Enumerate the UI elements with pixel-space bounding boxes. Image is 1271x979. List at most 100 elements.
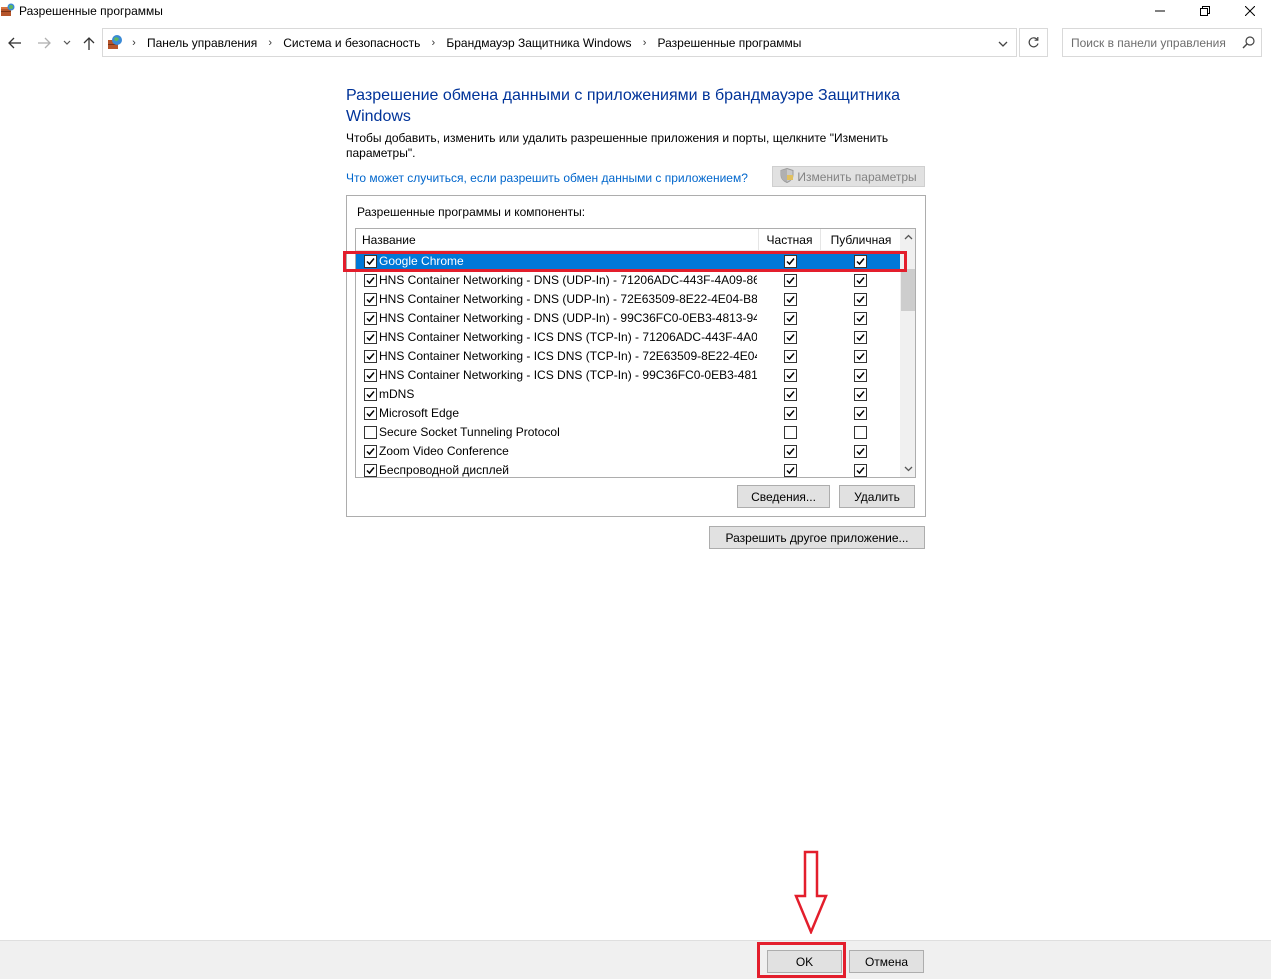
row-private-checkbox[interactable]: [784, 350, 797, 363]
page-description: Чтобы добавить, изменить или удалить раз…: [346, 131, 889, 160]
table-row[interactable]: HNS Container Networking - ICS DNS (TCP-…: [356, 366, 901, 385]
row-public-checkbox[interactable]: [854, 350, 867, 363]
close-button[interactable]: [1227, 0, 1271, 22]
allowed-apps-group-label: Разрешенные программы и компоненты:: [357, 205, 586, 219]
row-enabled-checkbox[interactable]: [364, 274, 377, 287]
breadcrumb-control-panel[interactable]: Панель управления: [141, 36, 263, 50]
scrollbar-thumb[interactable]: [901, 269, 915, 311]
table-row[interactable]: Secure Socket Tunneling Protocol: [356, 423, 901, 442]
row-public-checkbox[interactable]: [854, 312, 867, 325]
firewall-icon: [1, 3, 15, 17]
column-header-private[interactable]: Частная: [759, 229, 821, 251]
row-enabled-checkbox[interactable]: [364, 426, 377, 439]
table-row[interactable]: HNS Container Networking - ICS DNS (TCP-…: [356, 328, 901, 347]
search-input[interactable]: [1063, 29, 1241, 56]
breadcrumb-separator-icon[interactable]: ›: [638, 37, 652, 49]
table-row[interactable]: Беспроводной дисплей: [356, 461, 901, 477]
details-button[interactable]: Сведения...: [737, 485, 830, 508]
table-row[interactable]: HNS Container Networking - DNS (UDP-In) …: [356, 290, 901, 309]
breadcrumb-separator-icon[interactable]: ›: [263, 37, 277, 49]
row-enabled-checkbox[interactable]: [364, 388, 377, 401]
risk-info-link[interactable]: Что может случиться, если разрешить обме…: [346, 171, 748, 185]
search-box[interactable]: [1062, 28, 1262, 57]
row-enabled-checkbox[interactable]: [364, 445, 377, 458]
breadcrumb-separator-icon[interactable]: ›: [426, 37, 440, 49]
row-app-name: HNS Container Networking - DNS (UDP-In) …: [379, 273, 757, 287]
navigation-bar: › Панель управления › Система и безопасн…: [0, 28, 1271, 58]
highlight-box-chrome: [343, 251, 907, 272]
breadcrumb-separator-icon: ›: [132, 37, 136, 49]
table-row[interactable]: HNS Container Networking - DNS (UDP-In) …: [356, 309, 901, 328]
row-public-checkbox[interactable]: [854, 331, 867, 344]
row-enabled-checkbox[interactable]: [364, 350, 377, 363]
column-header-public[interactable]: Публичная: [821, 229, 901, 251]
row-app-name: HNS Container Networking - DNS (UDP-In) …: [379, 311, 757, 325]
window-title: Разрешенные программы: [19, 4, 163, 18]
row-public-checkbox[interactable]: [854, 293, 867, 306]
down-arrow-annotation-icon: [794, 850, 828, 937]
row-enabled-checkbox[interactable]: [364, 331, 377, 344]
row-private-checkbox[interactable]: [784, 331, 797, 344]
row-public-checkbox[interactable]: [854, 445, 867, 458]
dialog-footer: [0, 940, 1271, 979]
back-arrow-icon[interactable]: [6, 34, 24, 52]
row-enabled-checkbox[interactable]: [364, 293, 377, 306]
row-private-checkbox[interactable]: [784, 426, 797, 439]
row-private-checkbox[interactable]: [784, 407, 797, 420]
table-row[interactable]: mDNS: [356, 385, 901, 404]
table-row[interactable]: HNS Container Networking - ICS DNS (TCP-…: [356, 347, 901, 366]
list-header: Название Частная Публичная: [356, 229, 901, 251]
scroll-down-icon[interactable]: [900, 461, 915, 477]
row-public-checkbox[interactable]: [854, 426, 867, 439]
address-dropdown-chevron-icon[interactable]: [998, 37, 1008, 51]
column-header-name[interactable]: Название: [356, 229, 759, 251]
up-arrow-icon[interactable]: [80, 34, 98, 52]
row-app-name: HNS Container Networking - DNS (UDP-In) …: [379, 292, 757, 306]
change-settings-button[interactable]: Изменить параметры: [772, 166, 925, 187]
restore-button[interactable]: [1182, 0, 1228, 22]
row-enabled-checkbox[interactable]: [364, 464, 377, 477]
control-panel-icon: [107, 34, 123, 50]
row-enabled-checkbox[interactable]: [364, 369, 377, 382]
row-public-checkbox[interactable]: [854, 464, 867, 477]
row-app-name: mDNS: [379, 387, 415, 401]
row-enabled-checkbox[interactable]: [364, 312, 377, 325]
breadcrumb-firewall[interactable]: Брандмауэр Защитника Windows: [440, 36, 637, 50]
title-bar: Разрешенные программы: [0, 0, 1271, 22]
minimize-button[interactable]: [1137, 0, 1183, 22]
row-private-checkbox[interactable]: [784, 464, 797, 477]
recent-locations-chevron-icon[interactable]: [60, 34, 74, 52]
cancel-button[interactable]: Отмена: [849, 950, 924, 973]
allow-another-app-button[interactable]: Разрешить другое приложение...: [709, 526, 925, 549]
row-public-checkbox[interactable]: [854, 407, 867, 420]
breadcrumb-allowed-apps[interactable]: Разрешенные программы: [652, 36, 808, 50]
forward-arrow-icon[interactable]: [35, 34, 53, 52]
change-settings-label: Изменить параметры: [797, 169, 917, 184]
row-public-checkbox[interactable]: [854, 274, 867, 287]
row-public-checkbox[interactable]: [854, 388, 867, 401]
scroll-up-icon[interactable]: [900, 229, 915, 245]
table-row[interactable]: Zoom Video Conference: [356, 442, 901, 461]
refresh-button[interactable]: [1019, 28, 1048, 57]
address-bar[interactable]: › Панель управления › Система и безопасн…: [102, 28, 1017, 57]
remove-button[interactable]: Удалить: [839, 485, 915, 508]
row-private-checkbox[interactable]: [784, 388, 797, 401]
row-private-checkbox[interactable]: [784, 312, 797, 325]
highlight-box-ok: [757, 942, 846, 978]
breadcrumb: › Панель управления › Система и безопасн…: [127, 36, 807, 50]
row-private-checkbox[interactable]: [784, 274, 797, 287]
row-public-checkbox[interactable]: [854, 369, 867, 382]
row-enabled-checkbox[interactable]: [364, 407, 377, 420]
refresh-icon: [1028, 37, 1039, 48]
breadcrumb-system-security[interactable]: Система и безопасность: [277, 36, 426, 50]
page-title: Разрешение обмена данными с приложениями…: [346, 87, 901, 125]
row-app-name: HNS Container Networking - ICS DNS (TCP-…: [379, 349, 757, 363]
row-private-checkbox[interactable]: [784, 445, 797, 458]
row-app-name: Microsoft Edge: [379, 406, 460, 420]
table-row[interactable]: Microsoft Edge: [356, 404, 901, 423]
row-private-checkbox[interactable]: [784, 369, 797, 382]
row-app-name: Беспроводной дисплей: [379, 463, 509, 477]
table-row[interactable]: HNS Container Networking - DNS (UDP-In) …: [356, 271, 901, 290]
search-icon[interactable]: [1242, 36, 1255, 52]
row-private-checkbox[interactable]: [784, 293, 797, 306]
